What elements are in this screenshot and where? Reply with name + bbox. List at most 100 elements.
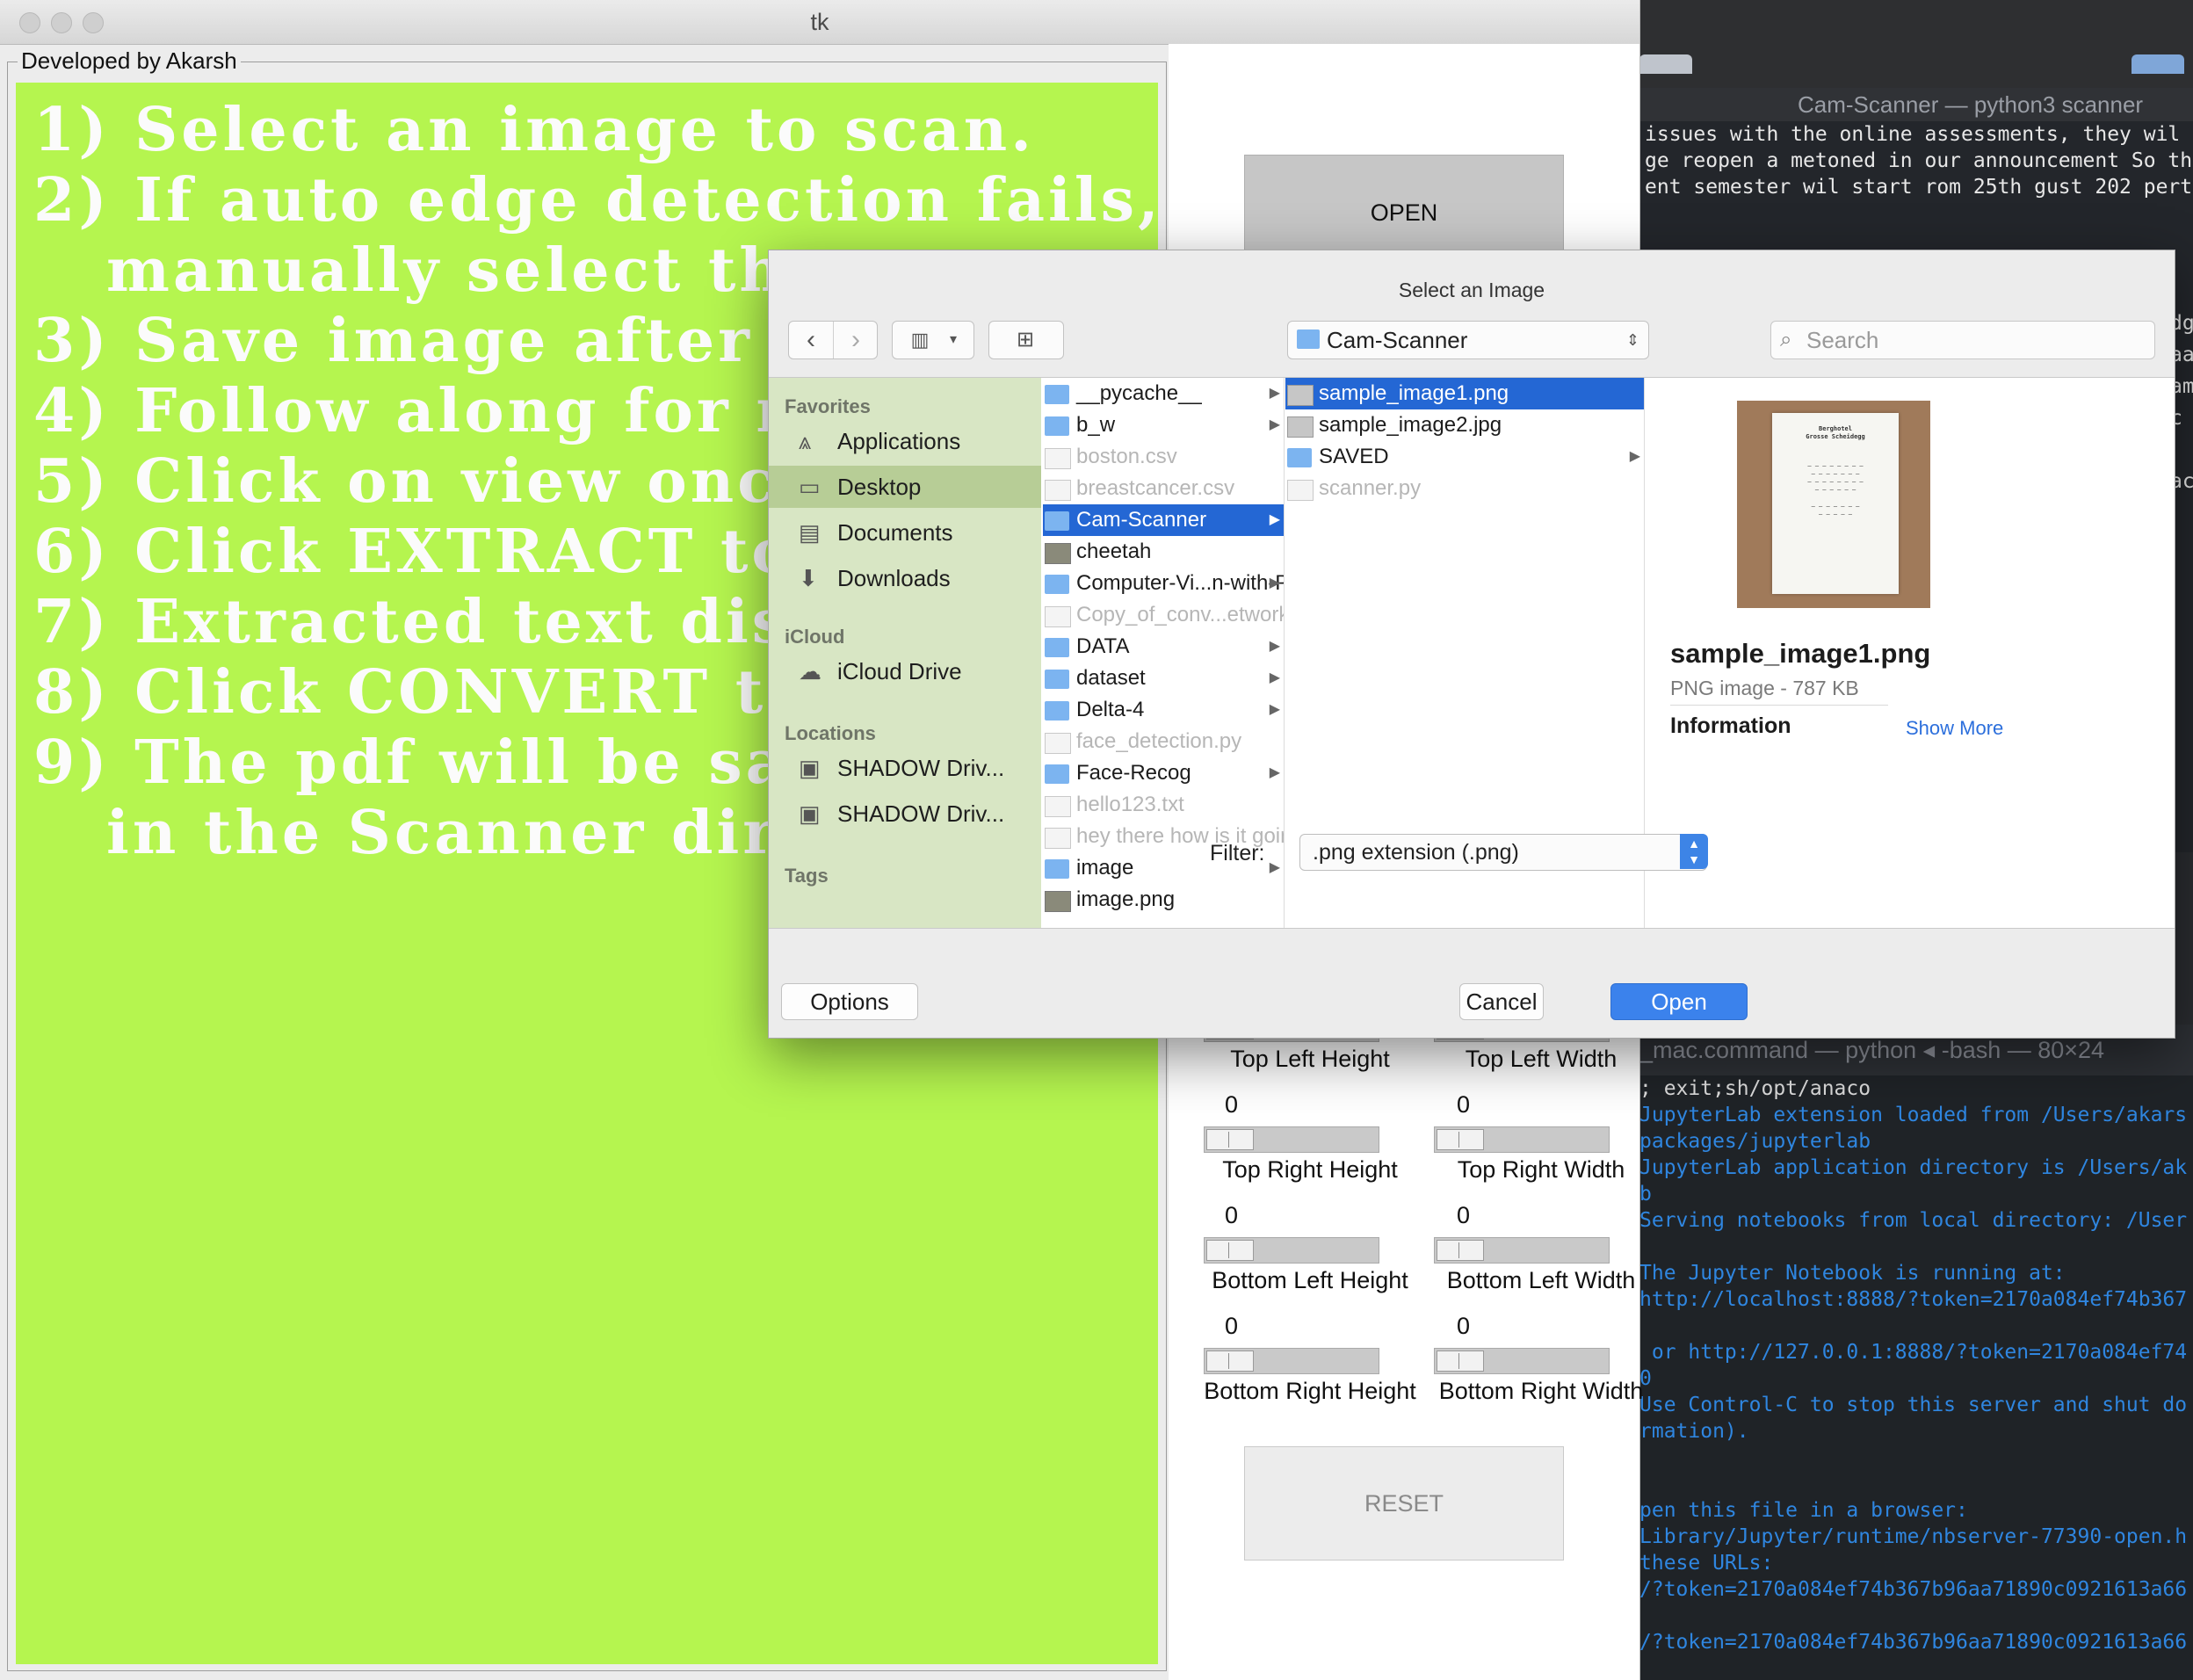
search-field[interactable]: ⌕ Search: [1770, 321, 2155, 359]
new-folder-button[interactable]: ⊞: [988, 321, 1064, 359]
sidebar-item[interactable]: ⬇ Downloads: [769, 557, 1041, 599]
file-row[interactable]: Computer-Vi...n-with-Python▶: [1043, 568, 1284, 599]
filter-select[interactable]: .png extension (.png) ▲ ▼: [1299, 834, 1708, 871]
corner-slider[interactable]: [1204, 1237, 1379, 1264]
slider-label: Bottom Left Width: [1446, 1267, 1636, 1293]
file-row[interactable]: Delta-4 ▶: [1043, 694, 1284, 726]
sidebar-item[interactable]: ▣ SHADOW Driv...: [769, 747, 1041, 789]
file-name: face_detection.py: [1076, 729, 1242, 753]
tk-titlebar: tk: [0, 0, 1639, 45]
terminal-line: issues with the online assessments, they…: [1645, 123, 2181, 146]
terminal-output-bottom: JupyterLab extension loaded from /Users/…: [1639, 1102, 2193, 1655]
view-mode-button[interactable]: ▥ ▾: [892, 321, 974, 359]
file-row[interactable]: image.png: [1043, 884, 1284, 916]
file-row[interactable]: DATA ▶: [1043, 631, 1284, 663]
slider-handle[interactable]: [1206, 1240, 1254, 1261]
slider-handle[interactable]: [1437, 1351, 1484, 1372]
dialog-title: Select an Image: [1398, 279, 1545, 301]
frame-label: Developed by Akarsh: [18, 47, 241, 75]
document-icon: [1045, 733, 1071, 754]
sidebar-item[interactable]: ▣ SHADOW Driv...: [769, 793, 1041, 835]
file-row[interactable]: scanner.py: [1285, 473, 1644, 504]
file-name: b_w: [1076, 413, 1116, 437]
folder-icon: [1045, 764, 1069, 784]
folder-icon: [1045, 385, 1069, 404]
file-name: sample_image1.png: [1319, 381, 1509, 405]
file-row[interactable]: face_detection.py: [1043, 726, 1284, 757]
slider-label: Top Left Height: [1230, 1046, 1390, 1072]
corner-slider[interactable]: [1204, 1348, 1379, 1374]
file-row[interactable]: dataset ▶: [1043, 663, 1284, 694]
file-row[interactable]: b_w ▶: [1043, 409, 1284, 441]
file-row[interactable]: hello123.txt: [1043, 789, 1284, 821]
slider-handle[interactable]: [1437, 1240, 1484, 1261]
chevron-right-icon: ▶: [1269, 512, 1280, 527]
cancel-button[interactable]: Cancel: [1459, 983, 1544, 1020]
reset-button[interactable]: RESET: [1244, 1446, 1564, 1561]
corner-slider[interactable]: [1434, 1126, 1610, 1153]
folder-icon: [1045, 416, 1069, 436]
file-name: scanner.py: [1319, 476, 1422, 500]
chevron-right-icon: ▶: [1269, 860, 1280, 875]
corner-slider[interactable]: [1434, 1237, 1610, 1264]
terminal-line: Serving notebooks from local directory: …: [1639, 1209, 2188, 1232]
file-row[interactable]: breastcancer.csv: [1043, 473, 1284, 504]
sidebar-item[interactable]: ▭ Desktop: [769, 466, 1041, 508]
chevron-right-icon: ▶: [1269, 702, 1280, 717]
slider-handle[interactable]: [1206, 1129, 1254, 1150]
preview-filekind: PNG image - 787 KB: [1670, 677, 1859, 699]
terminal-line: b: [1639, 1183, 1652, 1206]
terminal-line: JupyterLab extension loaded from /Users/…: [1639, 1104, 2188, 1126]
file-row[interactable]: sample_image2.jpg: [1285, 409, 1644, 441]
drive-icon: ▣: [799, 800, 821, 827]
sidebar-item[interactable]: ▤ Documents: [769, 511, 1041, 554]
terminal-window-bottom[interactable]: _mac.command — python ◂ -bash — 80×24 ; …: [1639, 1025, 2193, 1680]
terminal-output-top: issues with the online assessments, they…: [1639, 121, 2193, 200]
file-row[interactable]: boston.csv: [1043, 441, 1284, 473]
preview-thumbnail: Berghotel Grosse Scheidegg — — — — — — — …: [1737, 401, 1930, 608]
location-label: Cam-Scanner: [1327, 327, 1468, 353]
sidebar-item[interactable]: ☁ iCloud Drive: [769, 650, 1041, 692]
file-row[interactable]: __pycache__ ▶: [1043, 378, 1284, 409]
slider-label: Top Left Width: [1465, 1046, 1618, 1072]
search-icon: ⌕: [1780, 328, 1792, 351]
folder-icon: [1287, 448, 1312, 467]
document-icon: [1045, 606, 1071, 627]
terminal-line: these URLs:: [1639, 1552, 1774, 1575]
open-file-button[interactable]: Open: [1610, 983, 1748, 1020]
sidebar-item-label: SHADOW Driv...: [837, 800, 1005, 827]
corner-slider[interactable]: [1434, 1348, 1610, 1374]
file-row[interactable]: Cam-Scanner ▶: [1043, 504, 1284, 536]
slider-value: 0: [1457, 1091, 1471, 1118]
slider-handle[interactable]: [1206, 1351, 1254, 1372]
sidebar-item[interactable]: ⩓ Applications: [769, 420, 1041, 462]
folder-icon: [1045, 670, 1069, 689]
terminal-line: http://localhost:8888/?token=2170a084ef7…: [1639, 1288, 2188, 1311]
file-name: Copy_of_conv...etwork.ipynb: [1076, 603, 1284, 626]
stepper-icon: ▲ ▼: [1680, 834, 1708, 869]
corner-slider[interactable]: [1204, 1126, 1379, 1153]
file-row[interactable]: sample_image1.png: [1285, 378, 1644, 409]
folder-icon: [1045, 701, 1069, 721]
options-button[interactable]: Options: [781, 983, 918, 1020]
terminal-line: 0: [1639, 1367, 1652, 1390]
folder-icon: [1045, 859, 1069, 879]
image-file-icon: [1045, 543, 1071, 564]
file-row[interactable]: Face-Recog ▶: [1043, 757, 1284, 789]
file-row[interactable]: SAVED ▶: [1285, 441, 1644, 473]
filter-label: Filter:: [1210, 841, 1265, 865]
file-row[interactable]: Copy_of_conv...etwork.ipynb: [1043, 599, 1284, 631]
file-name: image: [1076, 856, 1134, 880]
downloads-icon: ⬇: [799, 565, 818, 591]
location-selector[interactable]: Cam-Scanner ⇕: [1287, 321, 1649, 359]
back-icon[interactable]: ‹: [789, 322, 833, 358]
show-more-link[interactable]: Show More: [1906, 717, 2003, 740]
terminal-line: The Jupyter Notebook is running at:: [1639, 1262, 2066, 1285]
preview-filename: sample_image1.png: [1670, 638, 1931, 669]
forward-icon[interactable]: ›: [833, 322, 878, 358]
desktop-background: [1639, 0, 2193, 88]
slider-handle[interactable]: [1437, 1129, 1484, 1150]
dialog-sidebar: Favorites ⩓ Applications ▭ Desktop ▤ Documents…: [769, 378, 1041, 928]
file-row[interactable]: cheetah: [1043, 536, 1284, 568]
